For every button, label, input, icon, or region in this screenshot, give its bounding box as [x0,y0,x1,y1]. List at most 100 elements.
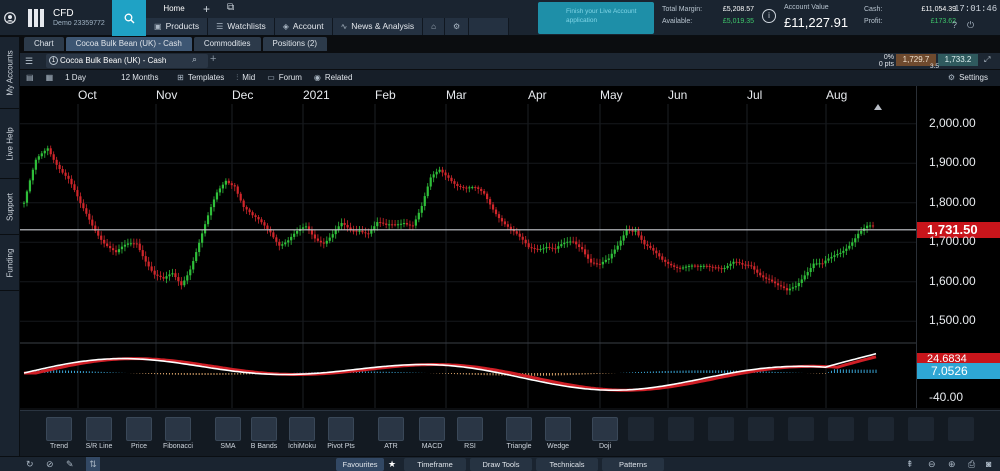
zoom-out-icon[interactable]: ⊖ [928,457,936,471]
instrument-selector[interactable]: 1 Cocoa Bulk Bean (UK) - Cash [46,54,208,68]
tab-chart[interactable]: Chart [24,37,64,51]
add-tab-icon[interactable]: + [203,2,210,16]
zoom-in-icon[interactable]: ⊕ [948,457,956,471]
range-select[interactable]: 12 Months [115,70,171,86]
indicator-sma[interactable]: SMA [209,417,247,450]
settings-button[interactable]: ⚙ Settings [942,70,994,86]
indicator-fibonacci[interactable]: Fibonacci [159,417,197,450]
layout-icon[interactable]: ▤ [20,70,40,86]
buy-price-button[interactable]: 1,733.2 [938,54,978,66]
candle-body [640,235,643,240]
candle-body [111,248,115,251]
candle-body [123,244,127,247]
nav-watchlists[interactable]: ☰ Watchlists [208,18,275,35]
tab-favourites[interactable]: Favourites [336,458,384,471]
sidebar-item-support[interactable]: Support [0,179,20,235]
related-button[interactable]: ◉ Related [308,70,359,86]
tab-positions[interactable]: Positions (2) [262,37,327,51]
indicator-rsi[interactable]: RSI [451,417,489,450]
interval-select[interactable]: 1 Day [59,70,115,86]
menu-icon[interactable]: ☰ [25,56,33,67]
live-account-promo[interactable]: Finish your Live Account application [538,2,654,34]
price-chart[interactable]: Oct Nov Dec 2021 Feb Mar Apr May Jun Jul Aug 1,731… [20,86,1000,408]
home-tab[interactable]: Home [150,2,198,16]
empty-indicator-slot[interactable] [788,417,814,441]
tab-timeframe[interactable]: Timeframe [404,458,466,471]
tab-cocoa[interactable]: Cocoa Bulk Bean (UK) - Cash [65,37,192,51]
candle-body [586,254,590,259]
info-icon[interactable]: i [762,9,776,23]
candle-body [40,153,43,157]
sidebar-item-my-accounts[interactable]: My Accounts [0,37,20,109]
chart-canvas[interactable] [20,86,916,408]
price-type-button[interactable]: ⫶ Mid [230,70,261,86]
add-instrument-icon[interactable]: + [210,53,216,65]
candle-body [97,230,100,236]
search-button[interactable] [112,0,146,36]
user-menu-button[interactable] [0,0,20,36]
empty-indicator-slot[interactable] [868,417,894,441]
indicator-trend[interactable]: Trend [40,417,78,450]
tab-technicals[interactable]: Technicals [536,458,598,471]
candle-body [465,187,468,189]
empty-indicator-slot[interactable] [908,417,934,441]
candle-body [343,223,346,225]
nav-products-label: Products [165,21,200,31]
candle-body [156,274,159,276]
nav-alerts[interactable]: ⌂ [423,18,445,35]
refresh-icon[interactable]: ↻ [26,457,34,471]
indicator-doji[interactable]: Doji [586,417,624,450]
indicator-s-r-line[interactable]: S/R Line [80,417,118,450]
indicator-ichimoku[interactable]: IchiMoku [283,417,321,450]
indicator-price[interactable]: Price [120,417,158,450]
expand-updown-icon[interactable]: ⇅ [86,457,100,471]
pencil-icon[interactable]: ✎ [66,457,74,471]
empty-indicator-slot[interactable] [748,417,774,441]
indicator-pivot-pts[interactable]: Pivot Pts [322,417,360,450]
new-window-icon[interactable]: ⧉ [227,2,234,13]
nav-account[interactable]: ◈ Account [274,18,333,35]
margin-summary: Total Margin: £5,208.57 Available: £5,019.… [662,4,754,28]
indicator-atr[interactable]: ATR [372,417,410,450]
empty-indicator-slot[interactable] [668,417,694,441]
sidebar-item-live-help[interactable]: Live Help [0,109,20,179]
help-icon[interactable]: ? [952,20,957,31]
candle-body [681,267,685,269]
star-icon[interactable]: ★ [388,457,396,471]
nav-products[interactable]: ▣ Products [146,18,209,35]
print-icon[interactable]: ⎙ [968,457,975,471]
candle-body [569,241,572,243]
empty-indicator-slot[interactable] [708,417,734,441]
scroll-marker-icon[interactable] [874,104,882,110]
expand-icon[interactable]: ⤢ [984,55,990,65]
tab-patterns[interactable]: Patterns [602,458,664,471]
empty-indicator-slot[interactable] [948,417,974,441]
templates-button[interactable]: ⊞ Templates [171,70,230,86]
price-tick-label: 1,900.00 [929,155,976,170]
forum-button[interactable]: ▭ Forum [261,70,308,86]
account-type[interactable]: CFD [53,8,74,19]
tab-draw-tools[interactable]: Draw Tools [470,458,532,471]
empty-indicator-slot[interactable] [628,417,654,441]
nav-news[interactable]: ∿ News & Analysis [332,18,424,35]
candle-body [773,281,777,284]
sidebar-item-funding[interactable]: Funding [0,235,20,291]
chart-type-icon[interactable]: ▦ [40,70,60,86]
indicator-b-bands[interactable]: B Bands [245,417,283,450]
nav-more[interactable] [469,18,510,35]
up-icon[interactable]: ⇞ [906,457,914,471]
indicator-triangle[interactable]: Triangle [500,417,538,450]
block-icon[interactable]: ⊘ [46,457,54,471]
indicator-macd[interactable]: MACD [413,417,451,450]
search-icon[interactable]: ⌕ [192,54,197,65]
nav-settings[interactable]: ⚙ [444,18,470,35]
candle-body [287,240,290,243]
candle-body [646,244,649,246]
tab-commodities[interactable]: Commodities [193,37,261,51]
candle-body [536,248,539,250]
account-value[interactable]: i Account Value £11,227.91 [760,3,860,33]
empty-indicator-slot[interactable] [828,417,854,441]
camera-icon[interactable]: ◙ [986,457,991,471]
logout-icon[interactable]: ⏻ [967,20,974,31]
indicator-wedge[interactable]: Wedge [539,417,577,450]
